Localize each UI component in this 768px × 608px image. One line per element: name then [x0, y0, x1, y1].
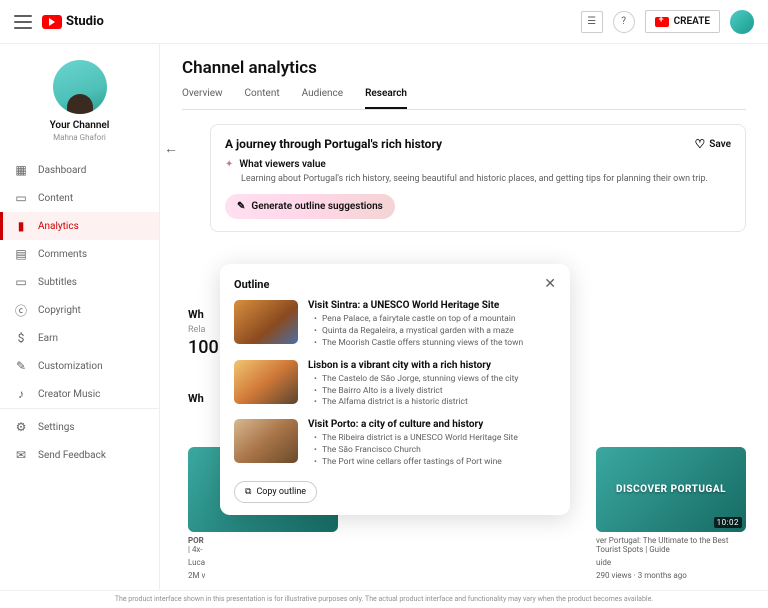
sidebar-item-subtitles[interactable]: ▭Subtitles [0, 268, 159, 296]
close-icon[interactable]: ✕ [544, 276, 556, 292]
outline-popup: Outline ✕ Visit Sintra: a UNESCO World H… [220, 264, 570, 515]
wand-icon: ✎ [14, 359, 28, 373]
sparkle-icon: ✦ [225, 159, 233, 170]
outline-title: Outline [234, 278, 269, 291]
channel-name: Your Channel [0, 120, 159, 131]
youtube-icon [42, 15, 62, 29]
gear-icon: ⚙ [14, 420, 28, 434]
create-button[interactable]: CREATE [645, 10, 720, 33]
generate-outline-button[interactable]: ✎ Generate outline suggestions [225, 194, 395, 219]
outline-item: Visit Sintra: a UNESCO World Heritage Si… [234, 300, 556, 350]
copyright-icon: ⓒ [14, 303, 28, 317]
main-panel: Channel analytics Overview Content Audie… [160, 44, 768, 590]
nav-list: ▦Dashboard ▭Content ▮Analytics ▤Comments… [0, 156, 159, 408]
outline-thumb [234, 360, 298, 404]
duration-badge: 10:02 [714, 517, 742, 528]
chat-sparkle-icon: ✎ [237, 201, 245, 212]
sidebar-item-comments[interactable]: ▤Comments [0, 240, 159, 268]
sidebar-item-earn[interactable]: $Earn [0, 324, 159, 352]
outline-item: Lisbon is a vibrant city with a rich his… [234, 360, 556, 410]
insight-title: A journey through Portugal's rich histor… [225, 137, 442, 151]
dashboard-icon: ▦ [14, 163, 28, 177]
tab-content[interactable]: Content [245, 88, 280, 109]
help-icon[interactable]: ? [613, 11, 635, 33]
disclaimer: The product interface shown in this pres… [0, 590, 768, 608]
account-avatar[interactable] [730, 10, 754, 34]
sidebar-item-creator-music[interactable]: ♪Creator Music [0, 380, 159, 408]
updates-icon[interactable]: ☰ [581, 11, 603, 33]
analytics-icon: ▮ [14, 219, 28, 233]
tabs: Overview Content Audience Research [182, 88, 746, 110]
content-icon: ▭ [14, 191, 28, 205]
save-button[interactable]: ♡ Save [695, 137, 732, 151]
obscured-panel: Wh Rela 100 Wh [188, 304, 219, 409]
logo-text: Studio [66, 14, 104, 29]
top-bar: Studio ☰ ? CREATE [0, 0, 768, 44]
back-arrow-icon[interactable]: ← [160, 136, 182, 161]
comments-icon: ▤ [14, 247, 28, 261]
sidebar-item-dashboard[interactable]: ▦Dashboard [0, 156, 159, 184]
copy-icon: ⧉ [245, 487, 251, 497]
copy-outline-button[interactable]: ⧉ Copy outline [234, 481, 317, 503]
video-title: ver Portugal: The Ultimate to the Best T… [596, 536, 746, 554]
channel-owner: Mahna Ghafori [0, 133, 159, 142]
studio-logo[interactable]: Studio [42, 14, 104, 29]
tab-research[interactable]: Research [365, 88, 407, 109]
sidebar-item-analytics[interactable]: ▮Analytics [0, 212, 159, 240]
sidebar-item-customization[interactable]: ✎Customization [0, 352, 159, 380]
sidebar-item-feedback[interactable]: ✉Send Feedback [0, 441, 159, 469]
heart-icon: ♡ [695, 137, 706, 151]
outline-thumb [234, 300, 298, 344]
sidebar-item-settings[interactable]: ⚙Settings [0, 413, 159, 441]
earn-icon: $ [14, 331, 28, 345]
sidebar-item-content[interactable]: ▭Content [0, 184, 159, 212]
video-thumbnail: DISCOVER PORTUGAL 10:02 [596, 447, 746, 532]
video-card[interactable]: DISCOVER PORTUGAL 10:02 ver Portugal: Th… [596, 447, 746, 580]
music-icon: ♪ [14, 387, 28, 401]
nav-bottom: ⚙Settings ✉Send Feedback [0, 408, 159, 590]
outline-item: Visit Porto: a city of culture and histo… [234, 419, 556, 469]
sidebar-item-copyright[interactable]: ⓒCopyright [0, 296, 159, 324]
subtitles-icon: ▭ [14, 275, 28, 289]
feedback-icon: ✉ [14, 448, 28, 462]
camera-icon [655, 17, 669, 27]
value-label: What viewers value [239, 159, 325, 170]
channel-block[interactable]: Your Channel Mahna Ghafori [0, 54, 159, 156]
outline-thumb [234, 419, 298, 463]
insight-card: A journey through Portugal's rich histor… [210, 124, 746, 232]
sidebar: Your Channel Mahna Ghafori ▦Dashboard ▭C… [0, 44, 160, 590]
tab-overview[interactable]: Overview [182, 88, 223, 109]
tab-audience[interactable]: Audience [302, 88, 343, 109]
video-title: POR| 4x- [188, 536, 338, 554]
channel-avatar [53, 60, 107, 114]
page-title: Channel analytics [182, 58, 746, 78]
value-body: Learning about Portugal's rich history, … [241, 174, 731, 184]
menu-icon[interactable] [14, 15, 32, 29]
